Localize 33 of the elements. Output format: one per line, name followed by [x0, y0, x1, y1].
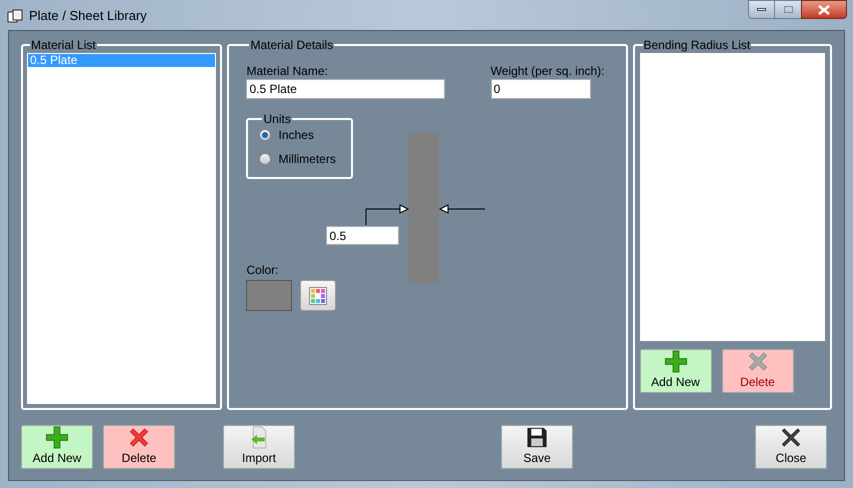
group-title: Material List: [30, 38, 97, 52]
minimize-button[interactable]: [748, 0, 775, 19]
field-label: Material Name:: [246, 64, 329, 79]
color-grid-icon: [309, 286, 328, 304]
maximize-button[interactable]: [775, 0, 801, 19]
material-name-field[interactable]: 0.5 Plate: [246, 79, 446, 99]
save-button[interactable]: Save: [501, 425, 573, 469]
thickness-field[interactable]: 0.5: [326, 226, 400, 245]
field-label: Weight (per sq. inch):: [490, 64, 604, 79]
radio-button[interactable]: [259, 153, 272, 165]
radio-option[interactable]: Millimeters: [259, 150, 340, 168]
close-button[interactable]: Close: [755, 425, 827, 469]
color-picker-button[interactable]: [300, 280, 336, 311]
window-title: Plate / Sheet Library: [29, 7, 147, 25]
radio-option[interactable]: Inches: [259, 126, 340, 144]
field-label: Color:: [246, 263, 280, 278]
group-title: Units: [262, 112, 292, 126]
color-swatch[interactable]: [246, 280, 292, 311]
add-new-button[interactable]: Add New: [21, 425, 93, 469]
import-button[interactable]: Import: [223, 425, 295, 469]
delete-button[interactable]: Delete: [103, 425, 175, 469]
window-icon: [7, 8, 23, 23]
x-icon: [779, 426, 803, 449]
x-icon: [127, 426, 151, 449]
close-button[interactable]: [801, 0, 847, 19]
weight-field[interactable]: 0: [490, 79, 591, 99]
plus-icon: [664, 350, 688, 373]
radio-button[interactable]: [259, 129, 272, 141]
group-title: Material Details: [249, 38, 334, 52]
add-new-button[interactable]: Add New: [640, 349, 712, 393]
group-title: Bending Radius List: [642, 38, 752, 52]
plus-icon: [45, 426, 69, 449]
close-icon: [818, 4, 830, 14]
